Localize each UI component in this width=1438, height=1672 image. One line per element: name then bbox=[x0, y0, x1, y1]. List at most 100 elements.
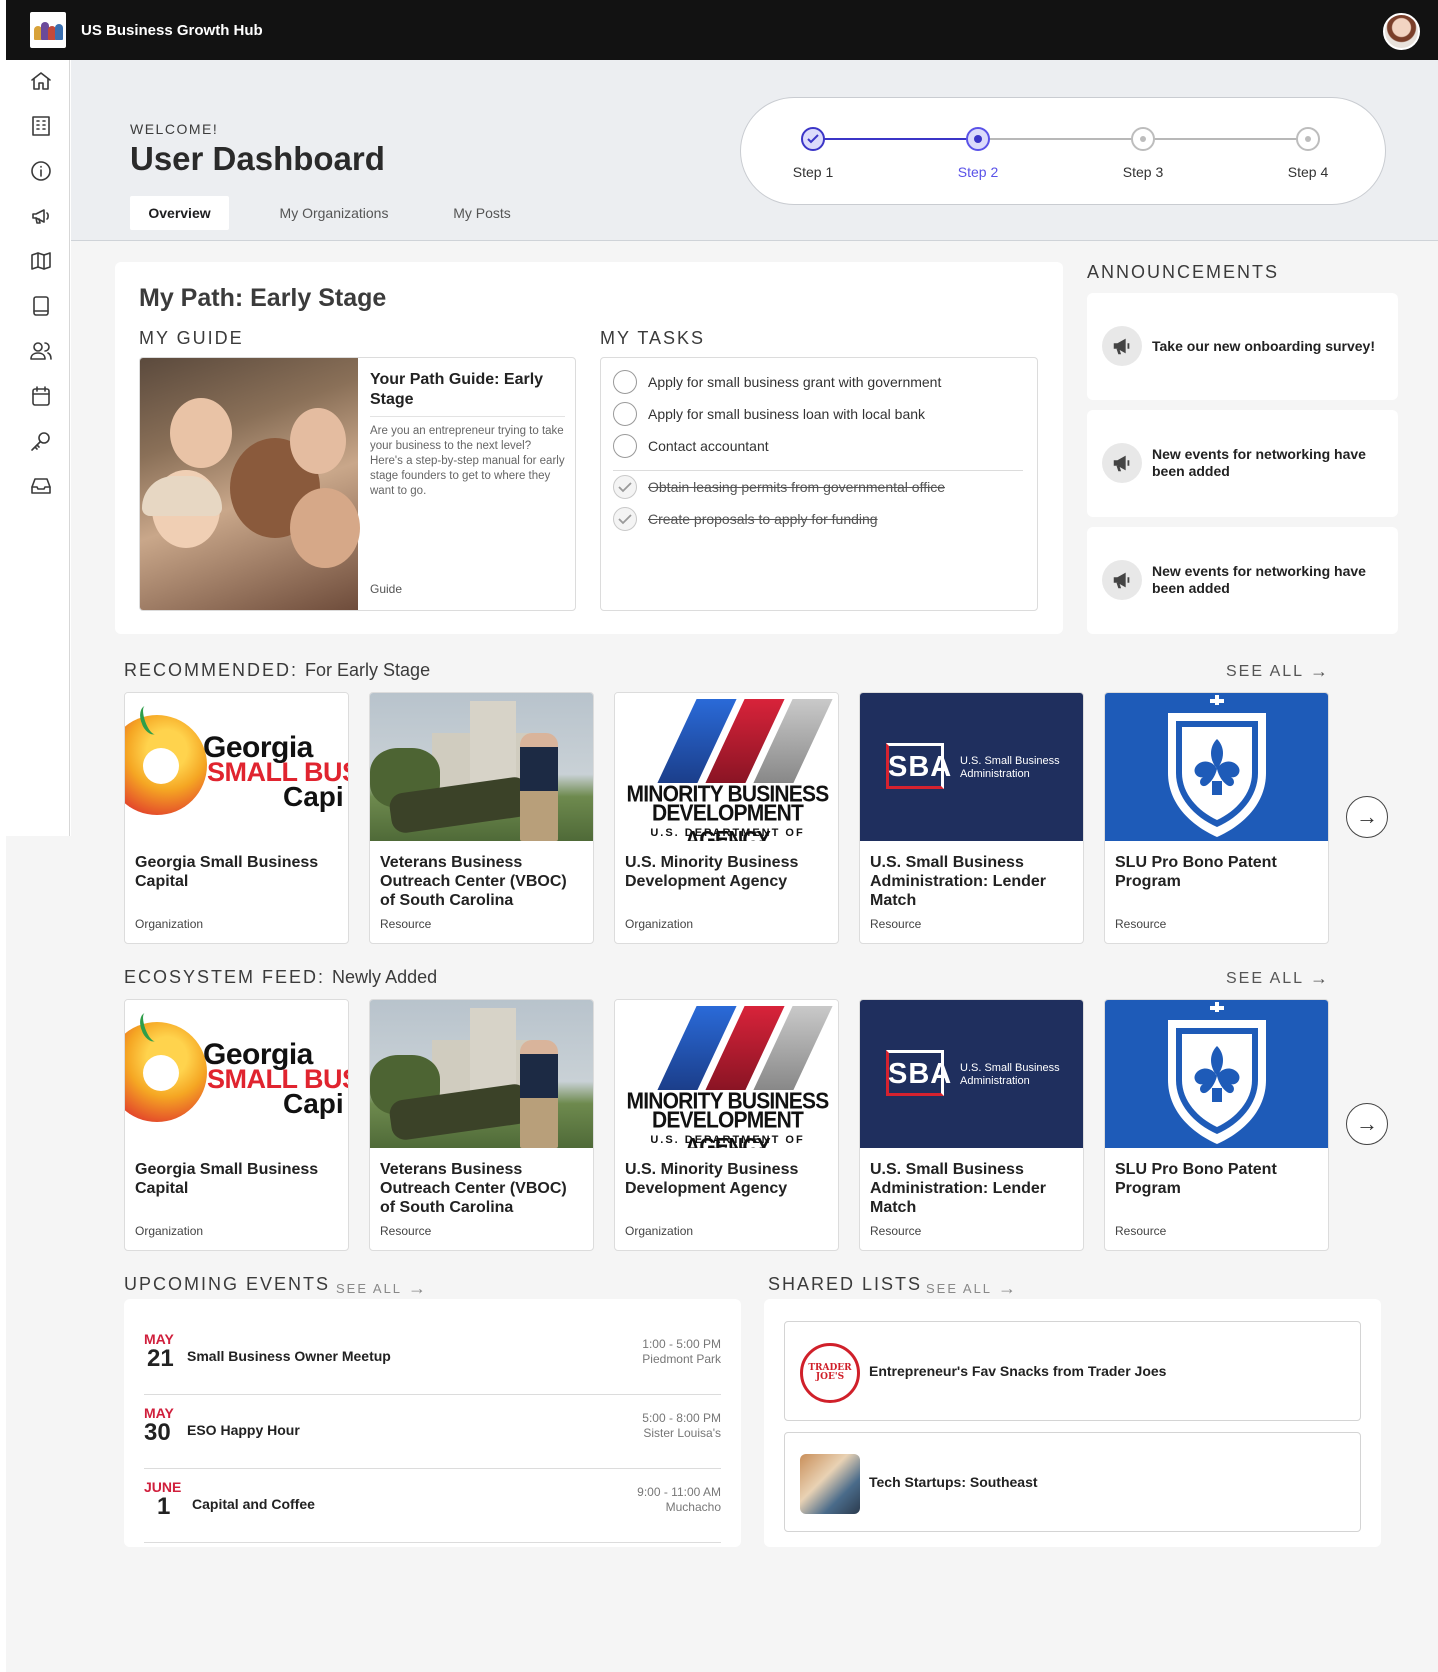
tab-my-posts[interactable]: My Posts bbox=[440, 196, 524, 230]
announcement-item[interactable]: Take our new onboarding survey! bbox=[1087, 293, 1398, 400]
check-icon[interactable] bbox=[613, 507, 637, 531]
task-label: Contact accountant bbox=[648, 438, 769, 454]
sba-logo: SBA U.S. Small Business Administration bbox=[860, 693, 1083, 841]
task-item-completed[interactable]: Obtain leasing permits from governmental… bbox=[613, 474, 945, 500]
map-icon[interactable] bbox=[29, 249, 53, 273]
task-item[interactable]: Contact accountant bbox=[613, 433, 769, 459]
resource-card[interactable]: SBA U.S. Small Business Administration U.S.… bbox=[859, 692, 1084, 944]
recommended-see-all-link[interactable]: SEE ALL → bbox=[1226, 661, 1328, 682]
task-checkbox[interactable] bbox=[613, 434, 637, 458]
resource-card[interactable]: SLU Pro Bono Patent Program Resource bbox=[1104, 692, 1329, 944]
lists-label: SHARED LISTS bbox=[768, 1274, 923, 1294]
guide-title[interactable]: Your Path Guide: Early Stage bbox=[370, 370, 565, 417]
resource-name: SLU Pro Bono Patent Program bbox=[1115, 1161, 1277, 1197]
user-avatar[interactable] bbox=[1383, 13, 1420, 50]
event-time: 1:00 - 5:00 PM bbox=[642, 1337, 721, 1351]
resource-type: Organization bbox=[625, 1224, 694, 1238]
step-2-indicator[interactable] bbox=[966, 127, 990, 151]
step-1-check-icon[interactable] bbox=[801, 127, 825, 151]
megaphone-icon[interactable] bbox=[29, 204, 53, 228]
info-icon[interactable] bbox=[29, 159, 53, 183]
shared-list-item[interactable]: TRADER JOE'S Entrepreneur's Fav Snacks f… bbox=[784, 1321, 1361, 1421]
task-checkbox[interactable] bbox=[613, 402, 637, 426]
resource-card[interactable]: SLU Pro Bono Patent Program Resource bbox=[1104, 999, 1329, 1251]
page-title: User Dashboard bbox=[130, 140, 385, 177]
resource-card[interactable]: MINORITY BUSINESS DEVELOPMENT AGENCY U.S. … bbox=[614, 999, 839, 1251]
event-day: 21 bbox=[147, 1345, 174, 1372]
georgia-logo: GeorgiaSMALL BUSINCapi bbox=[125, 693, 348, 841]
resource-name: U.S. Small Business Administration: Lend… bbox=[870, 854, 1047, 909]
logo-text: TRADER JOE'S bbox=[808, 1363, 852, 1382]
shared-list-item[interactable]: Tech Startups: Southeast bbox=[784, 1432, 1361, 1532]
event-item[interactable]: MAY 21 Small Business Owner Meetup 1:00 … bbox=[144, 1321, 721, 1395]
shared-lists-card: TRADER JOE'S Entrepreneur's Fav Snacks f… bbox=[764, 1299, 1381, 1547]
tasks-card: Apply for small business grant with gove… bbox=[600, 357, 1038, 611]
resource-type: Resource bbox=[870, 1224, 922, 1238]
event-item[interactable]: JUNE 1 Capital and Coffee 9:00 - 11:00 A… bbox=[144, 1469, 721, 1543]
logo-text: U.S. Small Business bbox=[960, 755, 1060, 767]
key-icon[interactable] bbox=[29, 429, 53, 453]
guide-card[interactable]: Your Path Guide: Early Stage Are you an … bbox=[139, 357, 576, 611]
announcement-item[interactable]: New events for networking have been adde… bbox=[1087, 527, 1398, 634]
step-3-label: Step 3 bbox=[1122, 164, 1164, 180]
resource-type: Resource bbox=[380, 1224, 432, 1238]
resource-card[interactable]: GeorgiaSMALL BUSINCapi Georgia Small Busi… bbox=[124, 999, 349, 1251]
step-connector bbox=[989, 138, 1141, 140]
step-4-indicator[interactable] bbox=[1296, 127, 1320, 151]
calendar-icon[interactable] bbox=[29, 384, 53, 408]
resource-name: U.S. Minority Business Development Agenc… bbox=[625, 1161, 799, 1197]
georgia-logo: GeorgiaSMALL BUSINCapi bbox=[125, 1000, 348, 1148]
recommended-next-arrow-icon[interactable]: → bbox=[1346, 796, 1388, 838]
megaphone-icon bbox=[1102, 326, 1142, 366]
announcement-item[interactable]: New events for networking have been adde… bbox=[1087, 410, 1398, 517]
my-guide-label: MY GUIDE bbox=[139, 328, 244, 348]
check-icon[interactable] bbox=[613, 475, 637, 499]
event-place: Sister Louisa's bbox=[643, 1426, 721, 1440]
logo-text: Administration bbox=[960, 1075, 1030, 1087]
lists-see-all-link[interactable]: SEE ALL → bbox=[926, 1278, 1016, 1299]
task-item-completed[interactable]: Create proposals to apply for funding bbox=[613, 506, 878, 532]
task-checkbox[interactable] bbox=[613, 370, 637, 394]
resource-card[interactable]: Veterans Business Outreach Center (VBOC)… bbox=[369, 999, 594, 1251]
resource-card[interactable]: GeorgiaSMALL BUSINCapi Georgia Small Busi… bbox=[124, 692, 349, 944]
ecosystem-see-all-link[interactable]: SEE ALL → bbox=[1226, 968, 1328, 989]
top-bar: US Business Growth Hub bbox=[6, 0, 1438, 60]
sidebar bbox=[6, 60, 70, 836]
home-icon[interactable] bbox=[29, 69, 53, 93]
app-logo[interactable] bbox=[30, 12, 66, 48]
event-title: Capital and Coffee bbox=[192, 1496, 315, 1512]
resource-card[interactable]: MINORITY BUSINESS DEVELOPMENT AGENCY U.S. … bbox=[614, 692, 839, 944]
resource-name: U.S. Small Business Administration: Lend… bbox=[870, 1161, 1047, 1216]
arrow-right-icon: → bbox=[1310, 968, 1329, 988]
building-icon[interactable] bbox=[29, 114, 53, 138]
task-item[interactable]: Apply for small business grant with gove… bbox=[613, 369, 941, 395]
path-title: My Path: Early Stage bbox=[139, 284, 387, 312]
users-icon[interactable] bbox=[29, 339, 53, 363]
logo-text: SBA bbox=[888, 1058, 953, 1090]
events-see-all-link[interactable]: SEE ALL → bbox=[336, 1278, 426, 1299]
book-icon[interactable] bbox=[29, 294, 53, 318]
see-all-label: SEE ALL bbox=[336, 1281, 403, 1296]
see-all-label: SEE ALL bbox=[926, 1281, 993, 1296]
resource-name: Georgia Small Business Capital bbox=[135, 1161, 319, 1197]
logo-text: Administration bbox=[960, 768, 1030, 780]
resource-card[interactable]: SBA U.S. Small Business Administration U.S.… bbox=[859, 999, 1084, 1251]
tab-overview[interactable]: Overview bbox=[130, 196, 229, 230]
events-card: MAY 21 Small Business Owner Meetup 1:00 … bbox=[124, 1299, 741, 1547]
arrow-right-icon: → bbox=[998, 1278, 1017, 1298]
resource-type: Resource bbox=[870, 917, 922, 931]
step-3-indicator[interactable] bbox=[1131, 127, 1155, 151]
inbox-icon[interactable] bbox=[29, 474, 53, 498]
event-item[interactable]: MAY 30 ESO Happy Hour 5:00 - 8:00 PM Sis… bbox=[144, 1395, 721, 1469]
resource-type: Organization bbox=[625, 917, 694, 931]
event-place: Muchacho bbox=[665, 1500, 721, 1514]
tab-my-organizations[interactable]: My Organizations bbox=[260, 196, 408, 230]
event-place: Piedmont Park bbox=[642, 1352, 721, 1366]
guide-description: Are you an entrepreneur trying to take y… bbox=[370, 425, 565, 497]
resource-card[interactable]: Veterans Business Outreach Center (VBOC)… bbox=[369, 692, 594, 944]
ecosystem-next-arrow-icon[interactable]: → bbox=[1346, 1103, 1388, 1145]
logo-text: U.S. DEPARTMENT OF COMMERCE bbox=[650, 827, 805, 841]
app-title: US Business Growth Hub bbox=[81, 21, 263, 39]
events-label: UPCOMING EVENTS bbox=[124, 1274, 331, 1294]
task-item[interactable]: Apply for small business loan with local… bbox=[613, 401, 925, 427]
